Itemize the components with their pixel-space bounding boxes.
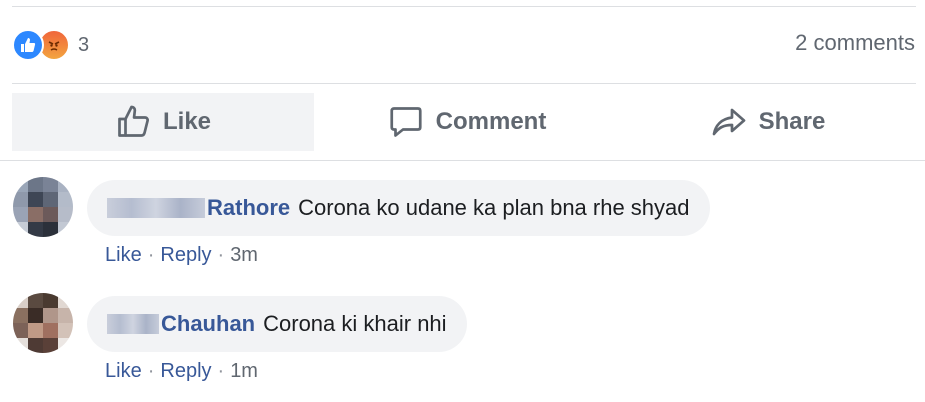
redacted-name [107,314,159,334]
comments-count-link[interactable]: 2 comments [795,30,915,56]
comment-actions: Like · Reply · 1m [105,360,258,382]
comment-text: Corona ki khair nhi [263,311,447,336]
like-reaction-icon [12,29,44,61]
actions-divider [0,160,925,161]
commenter-avatar[interactable] [13,293,73,353]
redacted-name [107,198,205,218]
comment-timestamp[interactable]: 1m [230,360,258,382]
comment-button-label: Comment [435,108,547,135]
top-divider [12,6,916,7]
comment-button[interactable]: Comment [314,93,620,151]
commenter-avatar[interactable] [13,177,73,237]
share-button-label: Share [758,108,826,135]
comment-actions: Like · Reply · 3m [105,244,258,266]
share-button[interactable]: Share [620,93,916,151]
comment-icon [390,107,422,137]
reactions-summary[interactable]: 3 [12,28,89,62]
reactions-divider [12,83,916,84]
reaction-count: 3 [78,33,90,56]
thumbs-up-icon [118,105,149,137]
like-button-label: Like [162,108,212,135]
comment-author[interactable]: Chauhan [161,311,255,337]
share-icon [712,108,745,136]
comment-bubble: Rathore Corona ko udane ka plan bna rhe … [87,180,710,236]
like-button[interactable]: Like [12,93,314,151]
comment-reply-link[interactable]: Reply [160,244,211,266]
comment-like-link[interactable]: Like [105,244,142,266]
comment-bubble: Chauhan Corona ki khair nhi [87,296,467,352]
comment-like-link[interactable]: Like [105,360,142,382]
comment-timestamp[interactable]: 3m [230,244,258,266]
comment-author[interactable]: Rathore [207,195,290,221]
comment-reply-link[interactable]: Reply [160,360,211,382]
comment-text: Corona ko udane ka plan bna rhe shyad [298,195,690,220]
